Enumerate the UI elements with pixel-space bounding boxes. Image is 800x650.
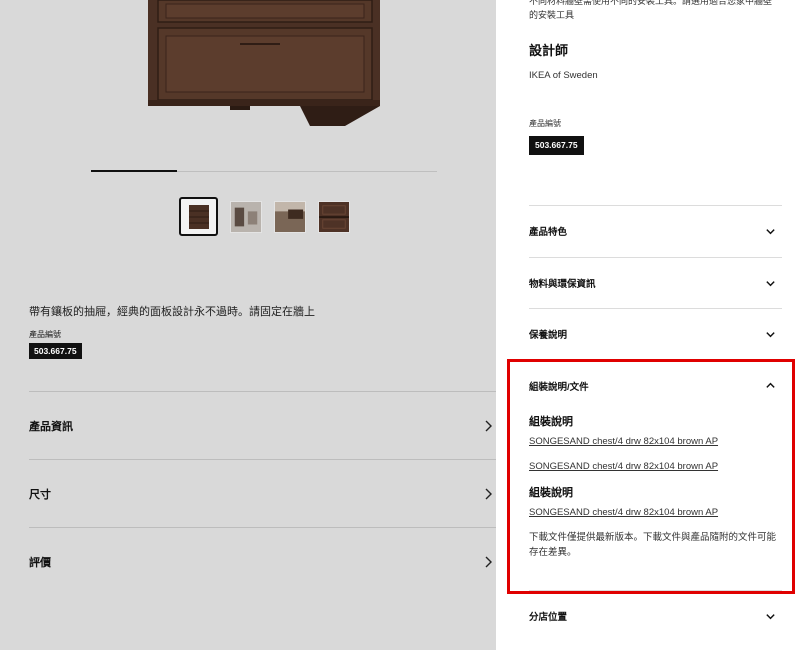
assembly-doc-link[interactable]: SONGESAND chest/4 drw 82x104 brown AP (529, 507, 782, 518)
article-number-label: 產品編號 (529, 119, 561, 128)
store-location-accordion[interactable]: 分店位置 (529, 590, 782, 641)
download-note: 下載文件僅提供最新版本。下載文件與產品隨附的文件可能存在差異。 (529, 532, 777, 558)
dimensions-label: 尺寸 (29, 488, 51, 501)
chevron-down-icon (766, 228, 775, 234)
assembly-label: 組裝說明/文件 (529, 381, 589, 393)
chevron-down-icon (766, 331, 775, 337)
dimensions-row[interactable]: 尺寸 (29, 459, 496, 527)
product-description: 帶有鑲板的抽屜，經典的面板設計永不過時。請固定在牆上 (29, 306, 315, 318)
assembly-heading: 組裝說明 (529, 487, 573, 499)
thumbnail-3[interactable] (274, 200, 306, 233)
thumbnail-4[interactable] (318, 200, 350, 233)
materials-label: 物料與環保資訊 (529, 279, 596, 290)
assembly-doc-link[interactable]: SONGESAND chest/4 drw 82x104 brown AP (529, 461, 782, 472)
thumbnail-2[interactable] (230, 200, 262, 233)
product-info-label: 產品資訊 (29, 420, 73, 433)
assembly-documents-section: 組裝說明/文件 組裝說明 SONGESAND chest/4 drw 82x10… (529, 359, 782, 560)
features-label: 產品特色 (529, 227, 568, 238)
carousel-progress (91, 170, 177, 172)
care-accordion[interactable]: 保養說明 (529, 308, 782, 359)
product-details-panel: 不同材料牆壁需使用不同的安裝工具。請選用適合您家中牆壁的安裝工具 設計師 IKE… (496, 0, 800, 650)
article-number-label: 產品編號 (29, 330, 61, 339)
store-location-label: 分店位置 (529, 612, 568, 623)
wall-fixing-note: 不同材料牆壁需使用不同的安裝工具。請選用適合您家中牆壁的安裝工具 (529, 0, 773, 20)
thumbnail-strip (179, 197, 362, 236)
assembly-heading: 組裝說明 (529, 416, 573, 428)
designer-heading: 設計師 (529, 43, 569, 58)
article-number-badge: 503.667.75 (529, 136, 584, 155)
chevron-right-icon (485, 488, 492, 499)
product-image[interactable] (140, 0, 385, 128)
thumbnail-1[interactable] (179, 197, 218, 236)
assembly-accordion-header[interactable]: 組裝說明/文件 (529, 360, 782, 411)
product-info-row[interactable]: 產品資訊 (29, 391, 496, 459)
assembly-doc-link[interactable]: SONGESAND chest/4 drw 82x104 brown AP (529, 436, 782, 447)
chevron-right-icon (485, 556, 492, 567)
features-accordion[interactable]: 產品特色 (529, 205, 782, 256)
designer-name: IKEA of Sweden (529, 70, 598, 81)
reviews-row[interactable]: 評價 (29, 527, 496, 595)
chevron-right-icon (485, 420, 492, 431)
materials-accordion[interactable]: 物料與環保資訊 (529, 257, 782, 308)
care-label: 保養說明 (529, 330, 568, 341)
chevron-down-icon (766, 613, 775, 619)
product-page-background: 帶有鑲板的抽屜，經典的面板設計永不過時。請固定在牆上 產品編號 503.667.… (0, 0, 496, 650)
chevron-up-icon (766, 382, 775, 388)
reviews-label: 評價 (29, 556, 51, 569)
chevron-down-icon (766, 280, 775, 286)
article-number-badge: 503.667.75 (29, 343, 82, 359)
